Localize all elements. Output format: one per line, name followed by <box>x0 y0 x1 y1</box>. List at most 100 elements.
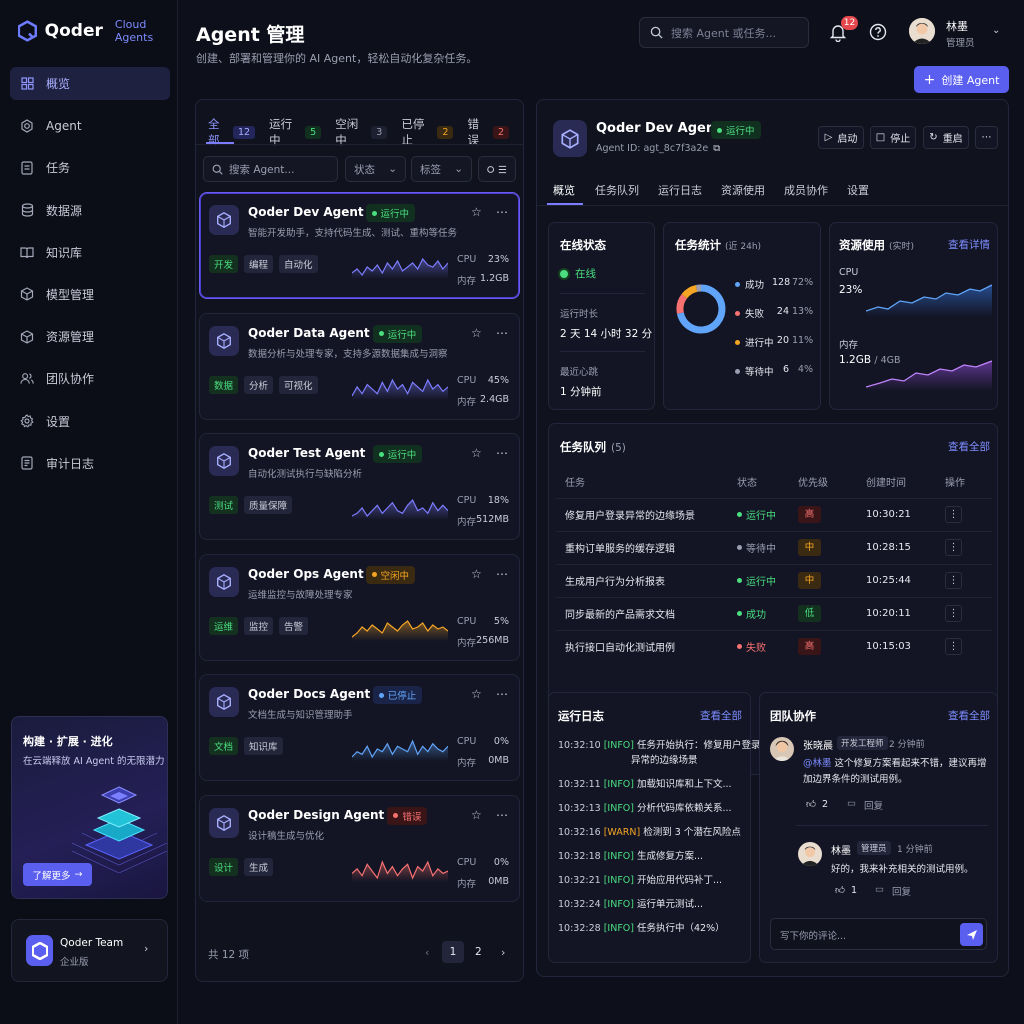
more-icon[interactable]: ⋯ <box>496 205 508 219</box>
detail-tab-4[interactable]: 成员协作 <box>784 182 828 198</box>
sidebar-item-2[interactable]: 任务 <box>10 151 170 184</box>
table-row[interactable]: 同步最新的产品需求文档 成功 低 10:20:11 ⋮ <box>556 596 992 630</box>
sidebar-item-9[interactable]: 审计日志 <box>10 447 170 480</box>
sidebar-item-0[interactable]: 概览 <box>10 67 170 100</box>
comment-input[interactable]: 写下你的评论... <box>770 918 987 950</box>
stop-button[interactable]: □ 停止 <box>870 126 916 149</box>
more-icon[interactable]: ⋯ <box>496 446 508 460</box>
help-icon[interactable] <box>869 23 887 41</box>
detail-tab-2[interactable]: 运行日志 <box>658 182 702 198</box>
log-level: [INFO] <box>603 899 634 910</box>
table-row[interactable]: 生成用户行为分析报表 运行中 中 10:25:44 ⋮ <box>556 563 992 597</box>
global-search-input[interactable]: 搜索 Agent 或任务... <box>639 17 809 48</box>
comment1-reply-button[interactable]: ▭ 回复 <box>847 798 883 812</box>
agent-card[interactable]: Qoder Dev Agent 运行中 ☆ ⋯ 智能开发助手，支持代码生成、测试… <box>199 192 520 299</box>
queue-header: 任务队列 (5) <box>560 439 626 455</box>
log-message: 加载知识库和上下文... <box>637 779 732 790</box>
tag-filter-select[interactable]: 标签 ⌄ <box>411 156 472 182</box>
task-status-text: 成功 <box>746 610 766 621</box>
comment1-mention[interactable]: @林墨 <box>803 758 832 769</box>
team-collab-card: 团队协作 查看全部 张晓晨 开发工程师 2 分钟前 @林墨 这个修复方案看起来不… <box>759 692 998 963</box>
agent-card[interactable]: Qoder Data Agent 运行中 ☆ ⋯ 数据分析与处理专家，支持多源数… <box>199 312 520 420</box>
agent-card[interactable]: Qoder Docs Agent 已停止 ☆ ⋯ 文档生成与知识管理助手 文档知… <box>199 674 520 781</box>
prev-page-icon[interactable]: ‹ <box>425 946 429 959</box>
page-2-button[interactable]: 2 <box>475 946 482 958</box>
row-menu-icon[interactable]: ⋮ <box>945 539 962 556</box>
row-menu-icon[interactable]: ⋮ <box>945 638 962 656</box>
table-row[interactable]: 修复用户登录异常的边缘场景 运行中 高 10:30:21 ⋮ <box>556 497 992 531</box>
send-button[interactable] <box>960 923 983 946</box>
team-switcher[interactable]: Qoder Team 企业版 › <box>11 919 168 982</box>
detail-tab-3[interactable]: 资源使用 <box>721 182 765 198</box>
row-menu-icon[interactable]: ⋮ <box>945 506 962 523</box>
queue-view-all-link[interactable]: 查看全部 <box>948 439 990 454</box>
notification-count-badge: 12 <box>841 16 858 30</box>
detail-tabs-divider <box>537 205 1008 206</box>
chevron-down-icon[interactable]: ⌄ <box>992 25 1000 36</box>
task-stats-donut-chart <box>676 284 726 334</box>
copy-icon[interactable]: ⧉ <box>713 143 720 154</box>
restart-button[interactable]: ↻ 重启 <box>923 126 969 149</box>
next-page-icon[interactable]: › <box>501 946 505 959</box>
logs-view-all-link[interactable]: 查看全部 <box>700 708 742 723</box>
detail-tab-1[interactable]: 任务队列 <box>595 182 639 198</box>
sidebar-item-3[interactable]: 数据源 <box>10 194 170 227</box>
agent-card[interactable]: Qoder Ops Agent 空闲中 ☆ ⋯ 运维监控与故障处理专家 运维 监控… <box>199 553 520 661</box>
task-name: 生成用户行为分析报表 <box>556 563 737 597</box>
task-stat-pct: 4% <box>797 364 813 375</box>
agent-status-text: 运行中 <box>380 209 410 220</box>
row-menu-icon[interactable]: ⋮ <box>945 572 962 589</box>
star-icon[interactable]: ☆ <box>471 326 482 340</box>
agent-search-input[interactable]: 搜索 Agent... <box>203 156 338 182</box>
sidebar-item-5[interactable]: 模型管理 <box>10 278 170 311</box>
sidebar-item-8[interactable]: 设置 <box>10 405 170 438</box>
comment1-likes: 2 <box>821 798 828 810</box>
resource-details-link[interactable]: 查看详情 <box>948 237 990 252</box>
user-name: 林墨 <box>946 20 968 33</box>
star-icon[interactable]: ☆ <box>471 205 482 219</box>
star-icon[interactable]: ☆ <box>471 808 482 822</box>
log-level: [INFO] <box>603 851 634 862</box>
more-icon[interactable]: ⋯ <box>496 808 508 822</box>
detail-tab-0[interactable]: 概览 <box>553 182 575 198</box>
agent-card[interactable]: Qoder Test Agent 运行中 ☆ ⋯ 自动化测试执行与缺陷分析 测试… <box>199 433 520 540</box>
app-logo[interactable]: Qoder Cloud Agents <box>18 18 177 44</box>
user-avatar[interactable] <box>909 18 935 44</box>
start-button[interactable]: ▷ 启动 <box>818 126 864 149</box>
collab-view-all-link[interactable]: 查看全部 <box>948 708 990 723</box>
agent-id: Agent ID: agt_8c7f3a2e <box>596 143 709 154</box>
more-icon[interactable]: ⋯ <box>496 687 508 701</box>
star-icon[interactable]: ☆ <box>471 446 482 460</box>
sidebar-item-7[interactable]: 团队协作 <box>10 362 170 395</box>
sidebar-item-6[interactable]: 资源管理 <box>10 320 170 353</box>
table-row[interactable]: 重构订单服务的缓存逻辑 等待中 中 10:28:15 ⋮ <box>556 530 992 564</box>
task-stat-label: 进行中 <box>745 338 774 349</box>
log-message: 任务执行中（42%） <box>637 923 725 934</box>
learn-more-button[interactable]: 了解更多 → <box>23 863 92 886</box>
task-priority: 低 <box>798 596 866 630</box>
comment1-author: 张晓晨 <box>803 741 833 752</box>
more-icon[interactable]: ⋯ <box>496 567 508 581</box>
more-icon[interactable]: ⋯ <box>496 326 508 340</box>
star-icon[interactable]: ☆ <box>471 567 482 581</box>
comment2-like-button[interactable]: 👍︎ 1 <box>835 884 857 897</box>
page-1-button[interactable]: 1 <box>442 941 464 963</box>
comment2-reply-button[interactable]: ▭ 回复 <box>875 884 911 898</box>
create-agent-button[interactable]: + 创建 Agent <box>914 66 1009 93</box>
star-icon[interactable]: ☆ <box>471 687 482 701</box>
sidebar-item-1[interactable]: Agent <box>10 109 170 142</box>
status-filter-select[interactable]: 状态 ⌄ <box>345 156 406 182</box>
more-actions-button[interactable]: ⋯ <box>975 126 998 149</box>
task-stat-item: 成功 <box>735 277 764 291</box>
tab-count-badge: 2 <box>437 125 454 139</box>
agent-card[interactable]: Qoder Design Agent 错误 ☆ ⋯ 设计稿生成与优化 设计 生成 … <box>199 794 520 902</box>
table-row[interactable]: 执行接口自动化测试用例 失败 高 10:15:03 ⋮ <box>556 629 992 663</box>
resource-header: 资源使用 (实时) <box>839 237 914 253</box>
stop-label: 停止 <box>890 134 911 145</box>
view-toggle-button[interactable] <box>478 156 516 182</box>
sidebar-item-4[interactable]: 知识库 <box>10 236 170 269</box>
detail-tab-5[interactable]: 设置 <box>847 182 869 198</box>
row-menu-icon[interactable]: ⋮ <box>945 605 962 622</box>
comment1-like-button[interactable]: 👍︎ 2 <box>806 798 828 811</box>
task-stat-count: 20 <box>776 335 789 346</box>
